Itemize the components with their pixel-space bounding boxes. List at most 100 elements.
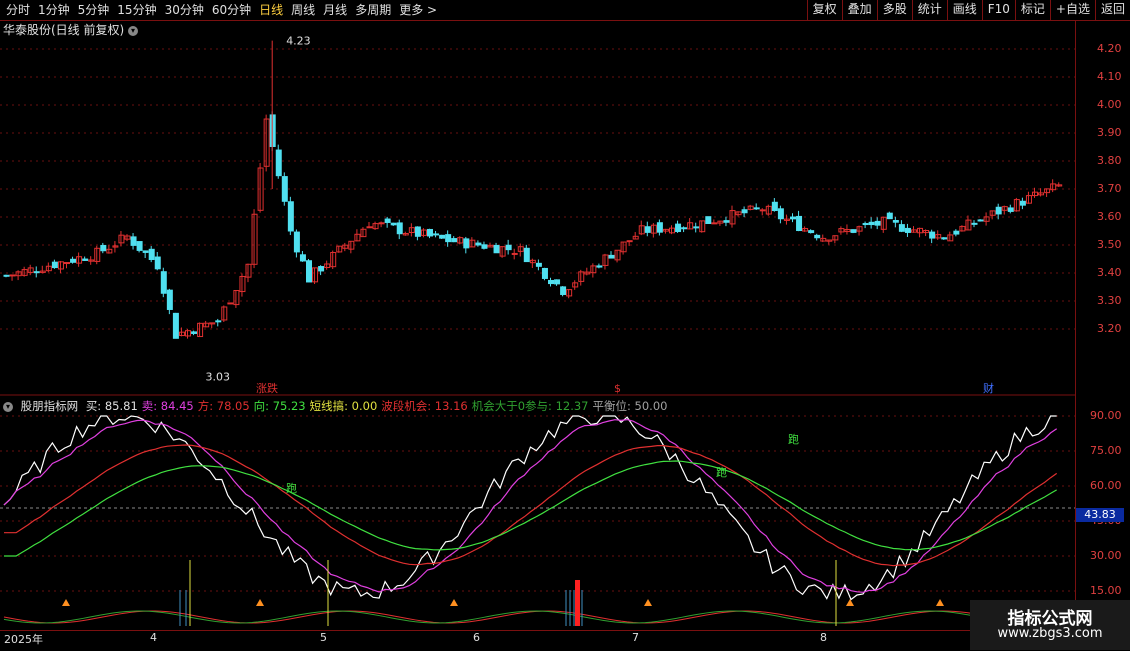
sell-line (3, 418, 1058, 593)
price-tick: 3.30 (1097, 294, 1122, 307)
candle-body (759, 209, 766, 212)
candle-body (384, 218, 391, 223)
triangle-marker (936, 599, 944, 606)
candle-body (445, 234, 452, 243)
indicator-value-2: 方: 78.05 (197, 399, 250, 413)
candle-body (227, 302, 234, 305)
indicator-value-7: 平衡位: 50.00 (592, 399, 668, 413)
candle-body (130, 236, 137, 246)
price-tick: 4.20 (1097, 42, 1122, 55)
candle-body (511, 252, 518, 255)
candle-body (3, 274, 10, 277)
date-tick: 2025年 (4, 633, 43, 646)
candle-body (318, 266, 325, 272)
candle-body (160, 271, 167, 294)
run-label: 跑 (286, 481, 297, 495)
candle-body (796, 215, 803, 232)
triangle-marker (846, 599, 854, 606)
watermark-url: www.zbgs3.com (997, 626, 1103, 641)
candle-body (850, 229, 857, 233)
candle-body (172, 312, 179, 339)
candle-body (608, 254, 615, 259)
candle-body (166, 289, 173, 310)
indicator-value-1: 卖: 84.45 (141, 399, 194, 413)
indicator-tick: 75.00 (1090, 444, 1122, 457)
indicator-name[interactable]: 股朋指标网 (21, 399, 79, 413)
candle-body (281, 176, 288, 202)
candle-body (33, 271, 40, 274)
candle-body (741, 209, 748, 214)
event-marker: $ (614, 382, 621, 395)
candle-body (287, 201, 294, 232)
candle-body (681, 227, 688, 230)
price-tick: 3.20 (1097, 322, 1122, 335)
candle-body (215, 320, 222, 323)
run-label: 跑 (788, 432, 799, 446)
candle-body (142, 250, 149, 253)
toolbar-button-8[interactable]: 返回 (1094, 0, 1130, 20)
price-tick: 3.60 (1097, 210, 1122, 223)
candle-body (560, 286, 567, 295)
indicator-tick: 15.00 (1090, 584, 1122, 597)
candle-body (862, 223, 869, 226)
candle-body (656, 222, 663, 233)
candle-body (626, 240, 633, 243)
candle-body (439, 234, 446, 239)
candle-body (523, 247, 530, 263)
candle-body (874, 220, 881, 226)
candle-body (100, 244, 107, 252)
high-note: 4.23 (286, 35, 311, 48)
candle-body (711, 222, 718, 225)
date-axis: 2025年 4 5 6 7 8 (0, 630, 1075, 651)
candle-body (366, 226, 373, 229)
candle-body (541, 267, 548, 279)
current-indicator-value: 43.83 (1076, 508, 1124, 522)
candle-body (481, 244, 488, 249)
indicator-value-6: 机会大于0参与: 12.37 (471, 399, 589, 413)
candle-body (941, 237, 948, 240)
candle-body (644, 226, 651, 233)
candle-body (427, 228, 433, 237)
triangle-marker (450, 599, 458, 606)
candle-body (82, 258, 89, 261)
run-label: 跑 (716, 465, 727, 479)
candle-body (306, 260, 312, 283)
candle-body (977, 219, 984, 222)
indicator-tick: 30.00 (1090, 549, 1122, 562)
candle-body (705, 216, 712, 225)
candle-body (929, 231, 936, 239)
date-tick: 6 (473, 631, 480, 644)
watermark: 指标公式网 www.zbgs3.com (970, 600, 1130, 650)
candle-body (493, 244, 500, 254)
candle-body (814, 234, 821, 239)
chevron-down-icon[interactable]: ▾ (3, 401, 13, 412)
candle-body (396, 222, 403, 235)
candle-body (275, 149, 282, 177)
candle-body (693, 226, 700, 229)
price-tick: 3.80 (1097, 154, 1122, 167)
candle-body (414, 226, 421, 237)
date-tick: 4 (150, 631, 157, 644)
date-tick: 7 (632, 631, 639, 644)
candle-body (675, 223, 682, 233)
triangle-marker (256, 599, 264, 606)
indicator-value-0: 买: 85.81 (85, 399, 138, 413)
candle-body (64, 262, 70, 265)
fang-line (4, 444, 1058, 567)
price-tick: 3.70 (1097, 182, 1122, 195)
candle-body (995, 206, 1002, 215)
price-tick: 3.40 (1097, 266, 1122, 279)
right-axis-line (1075, 20, 1076, 630)
chart-canvas[interactable]: 4.233.03涨跌 $ 财跑跑跑 (0, 0, 1075, 630)
indicator-legend: ▾ 股朋指标网 买: 85.81 卖: 84.45 方: 78.05 向: 75.23… (3, 398, 671, 414)
candle-body (154, 256, 161, 270)
candle-body (548, 279, 554, 285)
low-note: 3.03 (206, 371, 231, 384)
indicator-tick: 60.00 (1090, 479, 1122, 492)
candle-body (148, 248, 155, 260)
date-tick: 8 (820, 631, 827, 644)
candle-body (433, 233, 440, 236)
candle-body (1019, 200, 1026, 206)
candle-body (554, 279, 561, 285)
candle-body (9, 274, 16, 277)
